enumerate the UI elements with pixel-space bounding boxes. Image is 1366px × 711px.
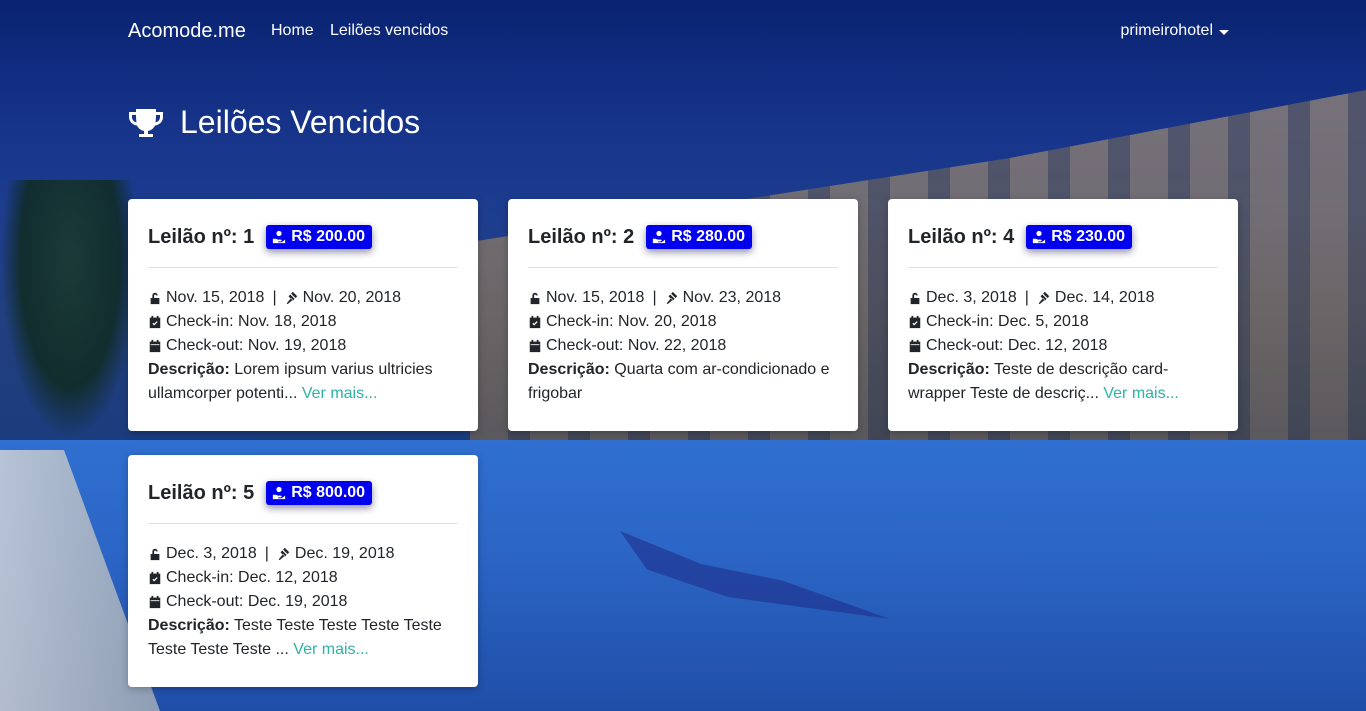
calendar-minus-icon — [149, 339, 161, 353]
checkin-date: Check-in: Dec. 12, 2018 — [166, 569, 338, 586]
checkin-line: Check-in: Dec. 12, 2018 — [148, 566, 458, 590]
auction-dates: Dec. 3, 2018 | Dec. 19, 2018 — [148, 542, 458, 566]
card-title: Leilão nº: 5 — [148, 481, 255, 504]
card-title: Leilão nº: 1 — [148, 225, 255, 248]
auction-dates: Nov. 15, 2018 | Nov. 23, 2018 — [528, 286, 838, 310]
close-date: Nov. 20, 2018 — [302, 289, 402, 306]
description-label: Descrição: — [148, 617, 230, 634]
unlock-icon — [530, 292, 540, 305]
checkin-date: Check-in: Nov. 18, 2018 — [166, 313, 337, 330]
price-value: R$ 280.00 — [671, 228, 746, 245]
gavel-icon — [286, 291, 297, 305]
page-title: Leilões Vencidos — [180, 104, 421, 140]
description: Descrição: Quarta com ar-condicionado e … — [528, 358, 838, 406]
unlock-icon — [910, 292, 920, 305]
nav-won-auctions-link[interactable]: Leilões vencidos — [330, 22, 448, 40]
auction-card: Leilão nº: 1 R$ 200.00 Nov. 15, 2018 | N… — [128, 199, 478, 431]
brand-link[interactable]: Acomode.me — [128, 20, 246, 43]
checkin-line: Check-in: Dec. 5, 2018 — [908, 310, 1218, 334]
price-badge: R$ 200.00 — [266, 225, 373, 249]
separator: | — [272, 289, 277, 306]
gavel-icon — [1038, 291, 1050, 305]
checkout-date: Check-out: Nov. 22, 2018 — [546, 337, 727, 354]
nav-home-link[interactable]: Home — [271, 22, 314, 40]
hand-holding-usd-icon — [273, 230, 286, 244]
see-more-link[interactable]: Ver mais... — [302, 385, 378, 402]
close-date: Nov. 23, 2018 — [682, 289, 782, 306]
open-date: Dec. 3, 2018 — [926, 289, 1017, 306]
gavel-icon — [278, 547, 290, 561]
price-value: R$ 800.00 — [291, 484, 366, 501]
page-header: Leilões Vencidos — [128, 104, 420, 141]
gavel-icon — [666, 291, 677, 305]
calendar-check-icon — [909, 315, 921, 329]
hand-holding-usd-icon — [653, 230, 666, 244]
calendar-minus-icon — [529, 339, 541, 353]
auction-card: Leilão nº: 2 R$ 280.00 Nov. 15, 2018 | N… — [508, 199, 858, 431]
calendar-check-icon — [529, 315, 541, 329]
auction-dates: Dec. 3, 2018 | Dec. 14, 2018 — [908, 286, 1218, 310]
close-date: Dec. 19, 2018 — [294, 545, 395, 562]
description: Descrição: Teste de descrição card-wrapp… — [908, 358, 1218, 406]
auction-card: Leilão nº: 5 R$ 800.00 Dec. 3, 2018 | De… — [128, 455, 478, 687]
see-more-link[interactable]: Ver mais... — [293, 641, 369, 658]
description-label: Descrição: — [528, 361, 610, 378]
calendar-check-icon — [149, 571, 161, 585]
checkout-date: Check-out: Dec. 19, 2018 — [166, 593, 348, 610]
user-name: primeirohotel — [1120, 22, 1213, 39]
separator: | — [264, 545, 269, 562]
checkout-date: Check-out: Nov. 19, 2018 — [166, 337, 347, 354]
description: Descrição: Lorem ipsum varius ultricies … — [148, 358, 458, 406]
caret-down-icon — [1219, 29, 1229, 35]
trophy-icon — [128, 107, 164, 139]
description-label: Descrição: — [908, 361, 990, 378]
calendar-minus-icon — [909, 339, 921, 353]
user-dropdown[interactable]: primeirohotel — [1121, 22, 1229, 40]
checkin-date: Check-in: Dec. 5, 2018 — [926, 313, 1089, 330]
separator: | — [1024, 289, 1029, 306]
checkout-date: Check-out: Dec. 12, 2018 — [926, 337, 1108, 354]
price-badge: R$ 280.00 — [646, 225, 753, 249]
checkout-line: Check-out: Nov. 19, 2018 — [148, 334, 458, 358]
palm-trees — [0, 180, 140, 440]
price-badge: R$ 230.00 — [1026, 225, 1133, 249]
card-title: Leilão nº: 4 — [908, 225, 1015, 248]
open-date: Nov. 15, 2018 — [166, 289, 265, 306]
open-date: Nov. 15, 2018 — [546, 289, 645, 306]
auction-dates: Nov. 15, 2018 | Nov. 20, 2018 — [148, 286, 458, 310]
checkout-line: Check-out: Nov. 22, 2018 — [528, 334, 838, 358]
checkin-line: Check-in: Nov. 20, 2018 — [528, 310, 838, 334]
hand-holding-usd-icon — [1033, 230, 1046, 244]
price-badge: R$ 800.00 — [266, 481, 373, 505]
description-label: Descrição: — [148, 361, 230, 378]
separator: | — [652, 289, 657, 306]
checkin-date: Check-in: Nov. 20, 2018 — [546, 313, 717, 330]
open-date: Dec. 3, 2018 — [166, 545, 257, 562]
price-value: R$ 230.00 — [1051, 228, 1126, 245]
hand-holding-usd-icon — [273, 486, 286, 500]
price-value: R$ 200.00 — [291, 228, 366, 245]
calendar-minus-icon — [149, 595, 161, 609]
close-date: Dec. 14, 2018 — [1054, 289, 1155, 306]
checkout-line: Check-out: Dec. 12, 2018 — [908, 334, 1218, 358]
auction-card: Leilão nº: 4 R$ 230.00 Dec. 3, 2018 | De… — [888, 199, 1238, 431]
unlock-icon — [150, 292, 160, 305]
unlock-icon — [150, 548, 160, 561]
calendar-check-icon — [149, 315, 161, 329]
card-title: Leilão nº: 2 — [528, 225, 635, 248]
checkin-line: Check-in: Nov. 18, 2018 — [148, 310, 458, 334]
description: Descrição: Teste Teste Teste Teste Teste… — [148, 614, 458, 662]
navbar: Acomode.me Home Leilões vencidos primeir… — [0, 0, 1366, 64]
checkout-line: Check-out: Dec. 19, 2018 — [148, 590, 458, 614]
see-more-link[interactable]: Ver mais... — [1103, 385, 1179, 402]
